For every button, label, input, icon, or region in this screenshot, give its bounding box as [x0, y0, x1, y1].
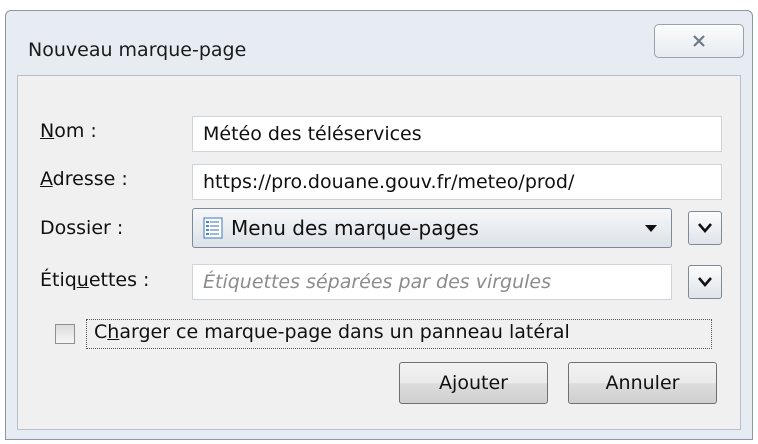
folder-select-value: Menu des marque-pages	[231, 216, 479, 240]
close-icon	[693, 35, 705, 47]
address-input[interactable]: https://pro.douane.gouv.fr/meteo/prod/	[192, 164, 722, 200]
close-button[interactable]	[654, 24, 744, 58]
chevron-down-icon	[698, 277, 712, 287]
name-label: Nom :	[40, 120, 97, 142]
add-button[interactable]: Ajouter	[399, 362, 548, 404]
bookmarks-menu-icon	[203, 217, 223, 239]
title-bar[interactable]: Nouveau marque-page	[6, 11, 752, 73]
tags-input[interactable]: Étiquettes séparées par des virgules	[192, 264, 672, 300]
folder-select[interactable]: Menu des marque-pages	[192, 208, 672, 248]
dropdown-arrow-icon	[645, 225, 657, 232]
folder-tree-toggle-button[interactable]	[688, 211, 722, 245]
chevron-down-icon	[698, 223, 712, 233]
folder-label: Dossier :	[40, 217, 124, 239]
bookmark-dialog: Nouveau marque-page Nom : Météo des télé…	[5, 10, 753, 440]
dialog-title: Nouveau marque-page	[28, 39, 247, 61]
address-label: Adresse :	[40, 168, 128, 190]
sidebar-checkbox-label[interactable]: Charger ce marque-page dans un panneau l…	[94, 321, 570, 343]
sidebar-checkbox[interactable]	[55, 324, 75, 344]
tags-label: Étiquettes :	[40, 269, 150, 291]
name-input[interactable]: Météo des téléservices	[192, 116, 722, 152]
cancel-button[interactable]: Annuler	[568, 362, 717, 404]
tags-list-toggle-button[interactable]	[688, 265, 722, 299]
